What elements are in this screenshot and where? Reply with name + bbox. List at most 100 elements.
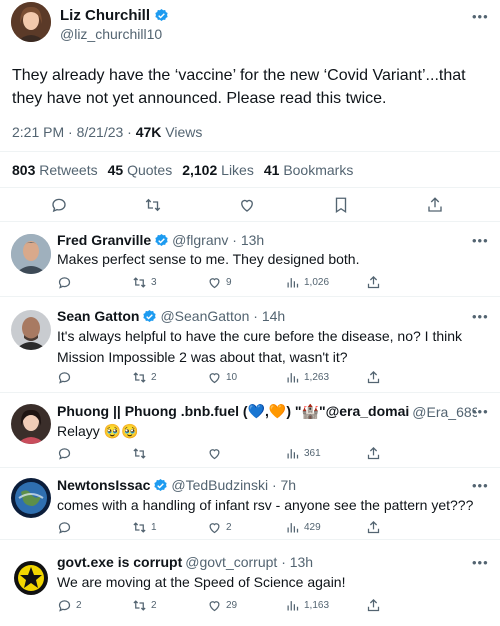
author-name[interactable]: Liz Churchill	[60, 7, 169, 24]
views-icon	[287, 600, 299, 610]
reply-author-name[interactable]: Sean Gatton	[57, 308, 139, 324]
like-button[interactable]: 10	[207, 368, 237, 386]
reply-action-bar: 3 9 1,026	[57, 273, 387, 291]
retweet-button[interactable]: 2	[132, 596, 157, 614]
reply-icon[interactable]	[50, 196, 68, 214]
reply-icon	[58, 599, 71, 612]
avatar[interactable]	[11, 310, 51, 350]
reply-text: It's always helpful to have the cure bef…	[57, 328, 463, 365]
views-button[interactable]: 361	[285, 444, 321, 462]
like-button[interactable]: 29	[207, 596, 237, 614]
like-icon[interactable]	[238, 196, 256, 214]
author-avatar[interactable]	[11, 2, 51, 42]
retweet-button[interactable]: 2	[132, 368, 157, 386]
like-icon	[209, 277, 220, 288]
verified-badge-icon	[154, 478, 167, 491]
tweet-stats: 803 Retweets 45 Quotes 2,102 Likes 41 Bo…	[12, 162, 357, 178]
views-icon	[287, 522, 299, 532]
reply-handle[interactable]: @TedBudzinski · 7h	[171, 477, 296, 493]
like-button[interactable]	[207, 444, 226, 462]
more-icon[interactable]: •••	[472, 234, 489, 247]
retweet-icon	[133, 276, 146, 288]
reply-text: Makes perfect sense to me. They designed…	[57, 251, 360, 267]
reply-button[interactable]	[57, 444, 76, 462]
more-icon[interactable]: •••	[472, 479, 489, 492]
retweet-icon	[133, 447, 146, 459]
like-icon	[209, 448, 220, 459]
tweet-meta: 2:21 PM · 8/21/23 · 47K Views	[12, 124, 202, 140]
reply-tweet[interactable]: NewtonsIssac @TedBudzinski · 7h ••• come…	[0, 468, 500, 540]
avatar[interactable]	[11, 478, 51, 518]
reply-action-bar: 361	[57, 444, 387, 462]
views-icon	[287, 372, 299, 382]
reply-action-bar: 2 10 1,263	[57, 368, 387, 386]
bookmark-icon[interactable]	[332, 196, 350, 214]
reply-header: Fred Granville @flgranv · 13h	[57, 232, 477, 248]
verified-badge-icon	[143, 309, 157, 322]
more-icon[interactable]: •••	[472, 405, 489, 418]
views-label: Views	[161, 124, 203, 140]
views-button[interactable]: 1,026	[285, 273, 329, 291]
reply-button[interactable]	[57, 518, 76, 536]
likes-stat[interactable]: 2,102 Likes	[182, 162, 254, 178]
verified-badge-icon	[155, 233, 168, 246]
reply-tweet[interactable]: Phuong || Phuong .bnb.fuel (💙,🧡) "🏰"@era…	[0, 393, 500, 468]
avatar[interactable]	[11, 234, 51, 274]
views-button[interactable]: 1,263	[285, 368, 329, 386]
reply-author-name[interactable]: Phuong || Phuong .bnb.fuel (💙,🧡) "🏰"@era…	[57, 403, 409, 420]
reply-tweet[interactable]: govt.exe is corrupt @govt_corrupt · 13h …	[0, 540, 500, 626]
reply-handle[interactable]: @SeanGatton · 14h	[160, 308, 285, 324]
reply-icon	[58, 276, 71, 289]
avatar[interactable]	[11, 558, 51, 598]
reply-button[interactable]	[57, 368, 76, 386]
reply-author-name[interactable]: govt.exe is corrupt	[57, 554, 182, 570]
retweet-button[interactable]: 3	[132, 273, 157, 291]
retweet-icon	[133, 599, 146, 611]
reply-handle[interactable]: @govt_corrupt · 13h	[185, 554, 313, 570]
more-icon[interactable]: •••	[472, 310, 489, 323]
retweet-icon[interactable]	[144, 196, 162, 214]
share-icon	[367, 370, 380, 383]
share-button[interactable]	[366, 518, 381, 536]
more-icon[interactable]: •••	[472, 556, 489, 569]
retweet-button[interactable]: 1	[132, 518, 157, 536]
main-tweet: Liz Churchill @liz_churchill10 ••• They …	[0, 0, 500, 222]
reply-button[interactable]	[57, 273, 76, 291]
views-count: 47K	[135, 124, 162, 140]
tweet-timestamp[interactable]: 2:21 PM · 8/21/23 ·	[12, 124, 136, 140]
more-icon[interactable]: •••	[472, 10, 489, 23]
share-button[interactable]	[366, 368, 381, 386]
reply-handle[interactable]: @Era_689... · 5h	[412, 404, 477, 420]
views-icon	[287, 277, 299, 287]
reply-button[interactable]: 2	[57, 596, 82, 614]
reply-icon	[58, 521, 71, 534]
reply-tweet[interactable]: Fred Granville @flgranv · 13h ••• Makes …	[0, 222, 500, 297]
quotes-stat[interactable]: 45 Quotes	[108, 162, 173, 178]
reply-author-name[interactable]: Fred Granville	[57, 232, 151, 248]
share-button[interactable]	[366, 596, 381, 614]
reply-handle[interactable]: @flgranv · 13h	[172, 232, 264, 248]
like-icon	[209, 600, 220, 611]
views-button[interactable]: 1,163	[285, 596, 329, 614]
reply-header: Phuong || Phuong .bnb.fuel (💙,🧡) "🏰"@era…	[57, 403, 477, 420]
bookmarks-stat[interactable]: 41 Bookmarks	[264, 162, 354, 178]
reply-author-name[interactable]: NewtonsIssac	[57, 477, 150, 493]
author-handle[interactable]: @liz_churchill10	[60, 26, 162, 42]
author-name-text: Liz Churchill	[60, 7, 150, 24]
reply-text: comes with a handling of infant rsv - an…	[57, 497, 474, 513]
retweets-stat[interactable]: 803 Retweets	[12, 162, 98, 178]
avatar[interactable]	[11, 404, 51, 444]
reply-action-bar: 1 2 429	[57, 518, 387, 536]
reply-tweet[interactable]: Sean Gatton @SeanGatton · 14h ••• It's a…	[0, 297, 500, 393]
retweet-button[interactable]	[132, 444, 151, 462]
like-icon	[209, 372, 220, 383]
tweet-text: They already have the ‘vaccine’ for the …	[12, 67, 466, 107]
share-icon[interactable]	[426, 196, 444, 214]
views-button[interactable]: 429	[285, 518, 321, 536]
reply-header: Sean Gatton @SeanGatton · 14h	[57, 308, 477, 324]
like-button[interactable]: 2	[207, 518, 232, 536]
like-button[interactable]: 9	[207, 273, 232, 291]
share-button[interactable]	[366, 444, 381, 462]
reply-icon	[58, 371, 71, 384]
share-button[interactable]	[366, 273, 381, 291]
